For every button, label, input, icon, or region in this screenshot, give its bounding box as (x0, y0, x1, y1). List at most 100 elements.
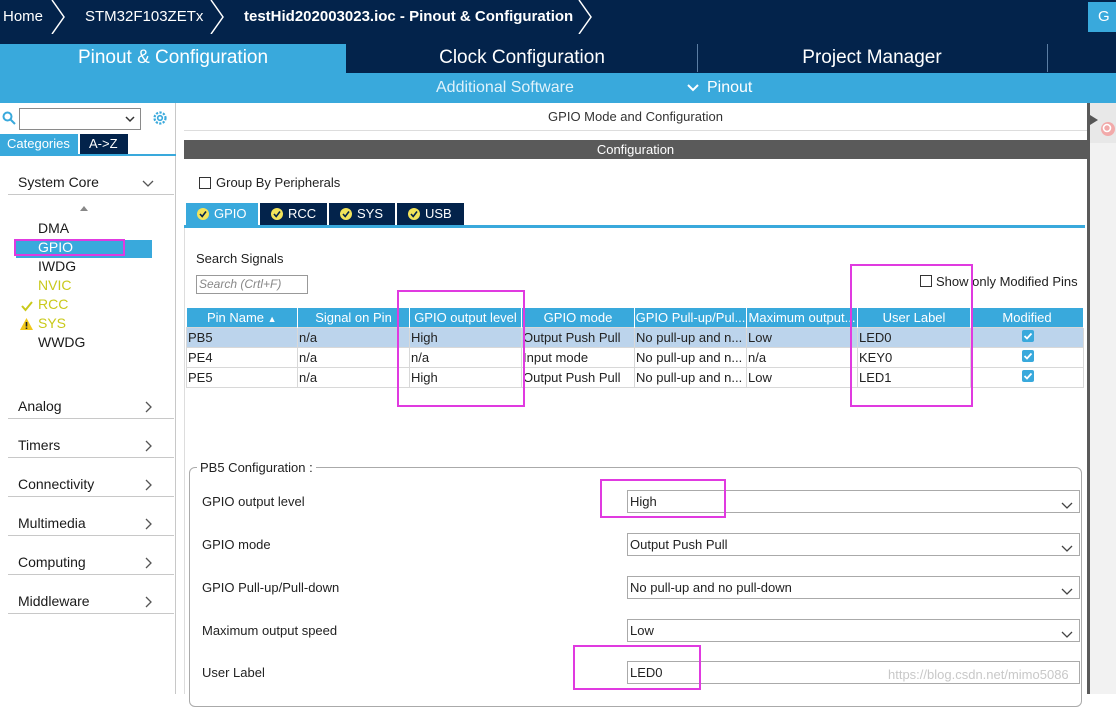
cell-modified[interactable] (970, 326, 1084, 348)
search-signals-input[interactable]: Search (Crtl+F) (196, 275, 308, 294)
group-middleware[interactable]: Middleware (18, 593, 170, 615)
chevron-down-icon (686, 82, 700, 94)
cell-gpio-mode: Input mode (521, 346, 635, 368)
cell-pull: No pull-up and n... (634, 346, 747, 368)
search-input[interactable] (19, 108, 141, 130)
annotation-highlight-box (397, 290, 525, 407)
divider (8, 194, 174, 195)
sidebar-item-rcc[interactable]: RCC (38, 295, 68, 314)
tab-sys[interactable]: SYS (329, 203, 395, 225)
tab-project-manager[interactable]: Project Manager (698, 42, 1046, 73)
gear-icon[interactable] (151, 109, 169, 127)
group-connectivity[interactable]: Connectivity (18, 476, 170, 498)
chevron-right-icon (142, 595, 154, 608)
group-analog[interactable]: Analog (18, 398, 170, 420)
select-value: No pull-up and no pull-down (630, 580, 792, 595)
main-tabs: Pinout & Configuration Clock Configurati… (0, 34, 1116, 73)
search-icon[interactable] (2, 111, 16, 125)
cell-pin-name: PE5 (186, 366, 298, 388)
watermark: https://blog.csdn.net/mimo5086 (888, 667, 1069, 682)
tab-label: SYS (357, 206, 384, 221)
tab-label: GPIO (214, 206, 247, 221)
group-timers[interactable]: Timers (18, 437, 170, 459)
modified-checkbox[interactable] (1021, 369, 1034, 382)
field-label: GPIO Pull-up/Pull-down (202, 580, 340, 595)
chevron-right-icon (48, 0, 68, 35)
sidebar-item-sys[interactable]: SYS (38, 314, 66, 333)
divider (0, 154, 176, 156)
col-modified[interactable]: Modified (970, 308, 1084, 327)
search-row (0, 106, 176, 130)
chevron-right-icon (207, 0, 227, 35)
check-icon (20, 299, 34, 313)
sort-icon[interactable] (79, 203, 89, 217)
tab-a-to-z[interactable]: A->Z (80, 134, 128, 154)
tab-clock-configuration[interactable]: Clock Configuration (348, 42, 696, 73)
sidebar-item-nvic[interactable]: NVIC (38, 276, 71, 295)
maximum-output-speed-select[interactable]: Low (627, 619, 1080, 642)
chevron-right-icon (142, 478, 154, 491)
tab-label: RCC (288, 206, 317, 221)
col-signal-on-pin[interactable]: Signal on Pin (297, 308, 410, 327)
group-label: Timers (18, 437, 61, 453)
menu-additional-software[interactable]: Additional Software (436, 73, 574, 103)
sidebar-item-wwdg[interactable]: WWDG (38, 333, 85, 352)
group-label: Computing (18, 554, 86, 570)
tab-categories[interactable]: Categories (0, 134, 78, 154)
sub-menu-bar: Additional Software Pinout (0, 73, 1116, 103)
collapse-handle[interactable] (1090, 103, 1116, 143)
field-label: User Label (202, 665, 265, 680)
divider (8, 496, 174, 497)
select-value: Low (630, 623, 654, 638)
cell-signal: n/a (297, 326, 410, 348)
warning-icon (19, 317, 34, 331)
col-pin-name[interactable]: Pin Name ▲ (186, 308, 298, 327)
chevron-down-icon (1061, 625, 1073, 638)
tab-rcc[interactable]: RCC (260, 203, 327, 225)
chevron-right-icon (142, 556, 154, 569)
tab-gpio[interactable]: GPIO (186, 203, 258, 225)
configuration-header: Configuration (184, 140, 1087, 159)
cell-max-output: Low (746, 326, 858, 348)
sort-icon: ▲ (267, 313, 277, 324)
group-multimedia[interactable]: Multimedia (18, 515, 170, 537)
tab-label: USB (425, 206, 452, 221)
tab-divider (1047, 44, 1048, 72)
header-label: Pin Name (206, 309, 265, 325)
annotation-highlight-box (14, 239, 125, 256)
sidebar-item-dma[interactable]: DMA (38, 219, 69, 238)
gpio-mode-select[interactable]: Output Push Pull (627, 533, 1080, 556)
divider (8, 457, 174, 458)
annotation-highlight-box (850, 264, 973, 407)
group-label: Analog (18, 398, 62, 414)
annotation-highlight-box (573, 645, 701, 690)
group-computing[interactable]: Computing (18, 554, 170, 576)
generate-code-button[interactable]: G (1088, 2, 1116, 32)
gpio-pull-select[interactable]: No pull-up and no pull-down (627, 576, 1080, 599)
select-value: Output Push Pull (630, 537, 728, 552)
modified-checkbox[interactable] (1021, 349, 1034, 362)
divider (8, 574, 174, 575)
tab-divider (697, 44, 698, 72)
sidebar-item-iwdg[interactable]: IWDG (38, 257, 76, 276)
splitter-bar[interactable] (1087, 103, 1090, 694)
divider (8, 418, 174, 419)
col-maximum-output[interactable]: Maximum output... (746, 308, 858, 327)
cell-modified[interactable] (970, 366, 1084, 388)
group-system-core[interactable]: System Core (18, 174, 170, 196)
group-by-peripherals-checkbox[interactable] (199, 177, 211, 189)
cell-modified[interactable] (970, 346, 1084, 368)
col-gpio-pull[interactable]: GPIO Pull-up/Pul... (634, 308, 747, 327)
tab-pinout-configuration[interactable]: Pinout & Configuration (0, 44, 346, 73)
field-label: GPIO output level (202, 494, 305, 509)
col-gpio-mode[interactable]: GPIO mode (521, 308, 635, 327)
cell-pin-name: PE4 (186, 346, 298, 368)
modified-checkbox[interactable] (1021, 329, 1034, 342)
menu-pinout[interactable]: Pinout (707, 73, 752, 103)
breadcrumb-device[interactable]: STM32F103ZETx (85, 0, 203, 34)
breadcrumb-home[interactable]: Home (3, 0, 43, 34)
chevron-right-icon (142, 517, 154, 530)
breadcrumb-project[interactable]: testHid202003023.ioc - Pinout & Configur… (244, 0, 573, 34)
tab-usb[interactable]: USB (397, 203, 464, 225)
cell-signal: n/a (297, 366, 410, 388)
